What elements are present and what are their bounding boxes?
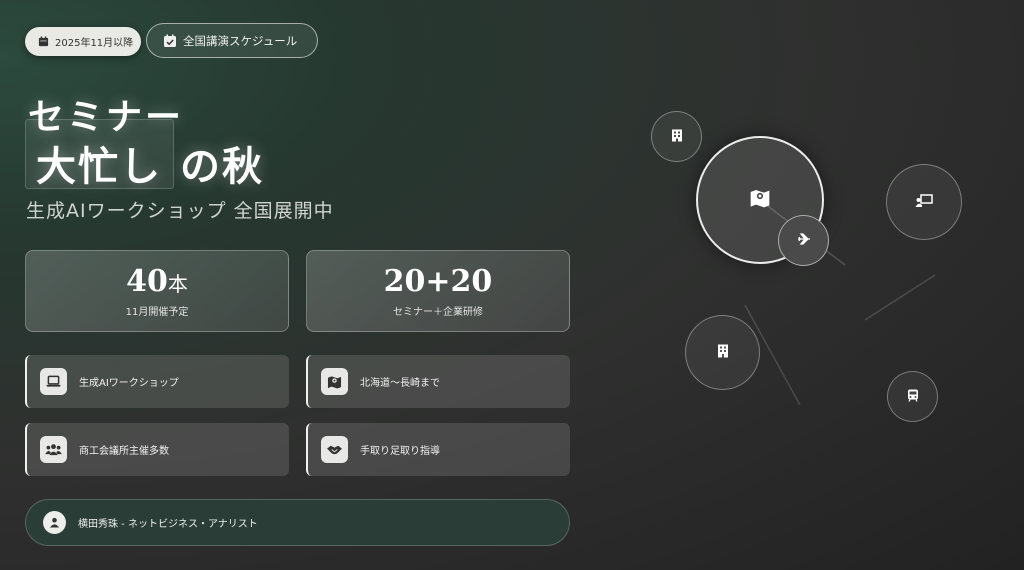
airplane-icon xyxy=(797,231,811,250)
network-node-office xyxy=(685,315,760,390)
office-building-icon xyxy=(717,343,729,362)
map-icon xyxy=(749,188,771,212)
network-node-train xyxy=(887,371,938,422)
network-lines xyxy=(744,199,936,406)
network-node-presentation xyxy=(886,164,962,240)
building-icon xyxy=(671,127,683,146)
train-icon xyxy=(907,387,919,406)
presentation-icon xyxy=(915,193,933,212)
network-node-building xyxy=(651,111,702,162)
network-node-airplane xyxy=(778,215,829,266)
